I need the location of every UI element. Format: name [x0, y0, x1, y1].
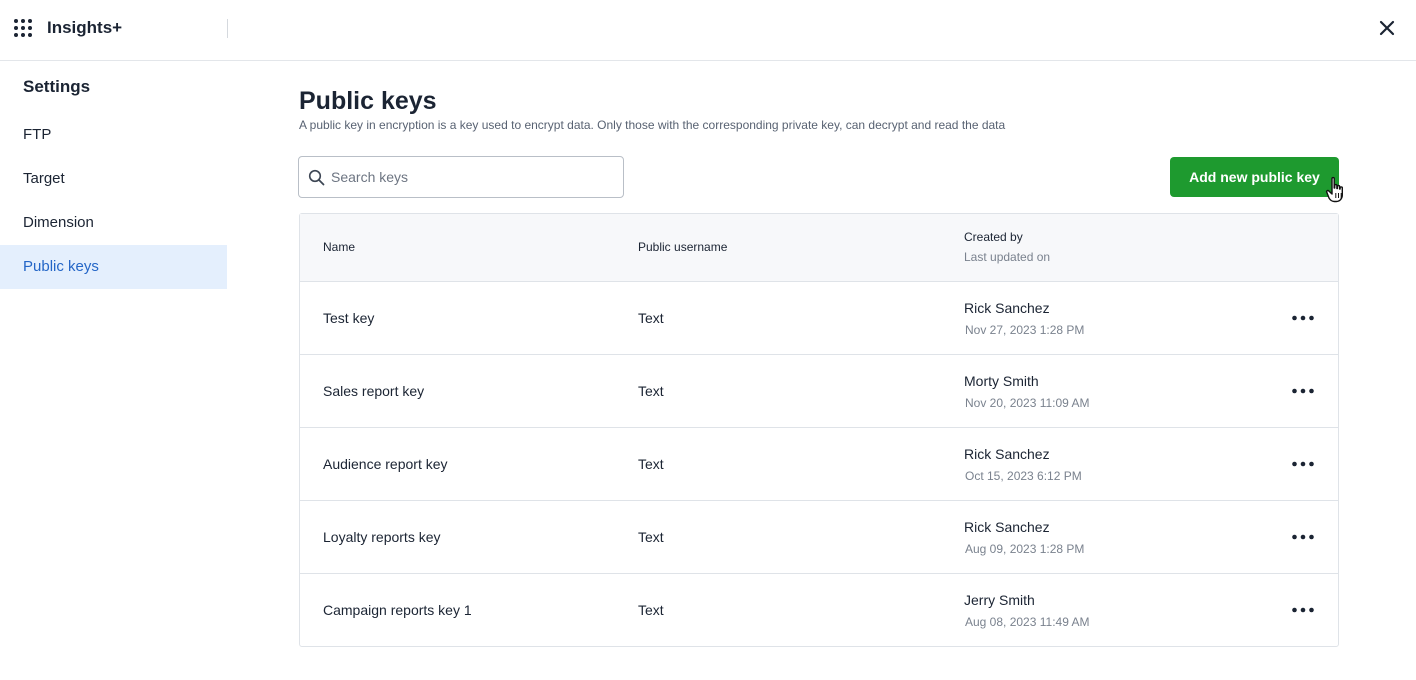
table-row[interactable]: Sales report key Text Morty Smith Nov 20…	[300, 355, 1338, 428]
public-keys-table: Name Public username Created by Last upd…	[299, 213, 1339, 647]
public-username: Text	[638, 383, 664, 399]
sidebar-item-label: Dimension	[23, 214, 94, 231]
search-box[interactable]	[298, 156, 624, 198]
column-header-public-username[interactable]: Public username	[638, 240, 727, 255]
search-icon	[308, 169, 325, 186]
column-header-name[interactable]: Name	[323, 240, 355, 255]
top-bar: Insights+	[0, 0, 1416, 61]
key-name: Sales report key	[323, 383, 425, 399]
public-username: Text	[638, 602, 664, 618]
page-description: A public key in encryption is a key used…	[299, 118, 1006, 132]
sidebar-item-public-keys[interactable]: Public keys	[0, 245, 227, 289]
key-name: Audience report key	[323, 456, 448, 472]
last-updated: Nov 27, 2023 1:28 PM	[965, 323, 1085, 337]
last-updated: Aug 09, 2023 1:28 PM	[965, 542, 1085, 556]
last-updated: Nov 20, 2023 11:09 AM	[965, 396, 1090, 410]
table-row[interactable]: Loyalty reports key Text Rick Sanchez Au…	[300, 501, 1338, 574]
more-options-icon[interactable]	[1291, 601, 1315, 619]
more-options-icon[interactable]	[1291, 528, 1315, 546]
table-row[interactable]: Audience report key Text Rick Sanchez Oc…	[300, 428, 1338, 501]
table-row[interactable]: Campaign reports key 1 Text Jerry Smith …	[300, 574, 1338, 647]
column-header-last-updated[interactable]: Last updated on	[964, 250, 1050, 265]
sidebar-item-label: Public keys	[23, 258, 99, 275]
sidebar-item-dimension[interactable]: Dimension	[0, 201, 227, 245]
sidebar-title: Settings	[23, 77, 91, 96]
grid-icon[interactable]	[13, 18, 33, 38]
search-input[interactable]	[331, 157, 616, 197]
created-by: Morty Smith	[964, 373, 1039, 389]
table-row[interactable]: Test key Text Rick Sanchez Nov 27, 2023 …	[300, 282, 1338, 355]
key-name: Campaign reports key 1	[323, 602, 472, 618]
public-username: Text	[638, 456, 664, 472]
key-name: Loyalty reports key	[323, 529, 441, 545]
public-username: Text	[638, 529, 664, 545]
more-options-icon[interactable]	[1291, 455, 1315, 473]
app-title: Insights+	[47, 18, 123, 37]
more-options-icon[interactable]	[1291, 382, 1315, 400]
created-by: Rick Sanchez	[964, 519, 1050, 535]
page-title: Public keys	[299, 87, 437, 115]
add-public-key-button[interactable]: Add new public key	[1170, 157, 1339, 197]
more-options-icon[interactable]	[1291, 309, 1315, 327]
last-updated: Oct 15, 2023 6:12 PM	[965, 469, 1082, 483]
sidebar-item-target[interactable]: Target	[0, 157, 227, 201]
created-by: Rick Sanchez	[964, 446, 1050, 462]
divider	[227, 19, 228, 38]
sidebar-item-label: FTP	[23, 126, 52, 143]
key-name: Test key	[323, 310, 375, 326]
last-updated: Aug 08, 2023 11:49 AM	[965, 615, 1090, 629]
created-by: Rick Sanchez	[964, 300, 1050, 316]
close-icon[interactable]	[1377, 18, 1397, 38]
created-by: Jerry Smith	[964, 592, 1035, 608]
sidebar: Settings FTP Target Dimension Public key…	[0, 61, 227, 680]
sidebar-item-label: Target	[23, 170, 65, 187]
public-username: Text	[638, 310, 664, 326]
table-header: Name Public username Created by Last upd…	[300, 214, 1338, 282]
sidebar-item-ftp[interactable]: FTP	[0, 113, 227, 157]
column-header-created-by[interactable]: Created by	[964, 230, 1023, 245]
